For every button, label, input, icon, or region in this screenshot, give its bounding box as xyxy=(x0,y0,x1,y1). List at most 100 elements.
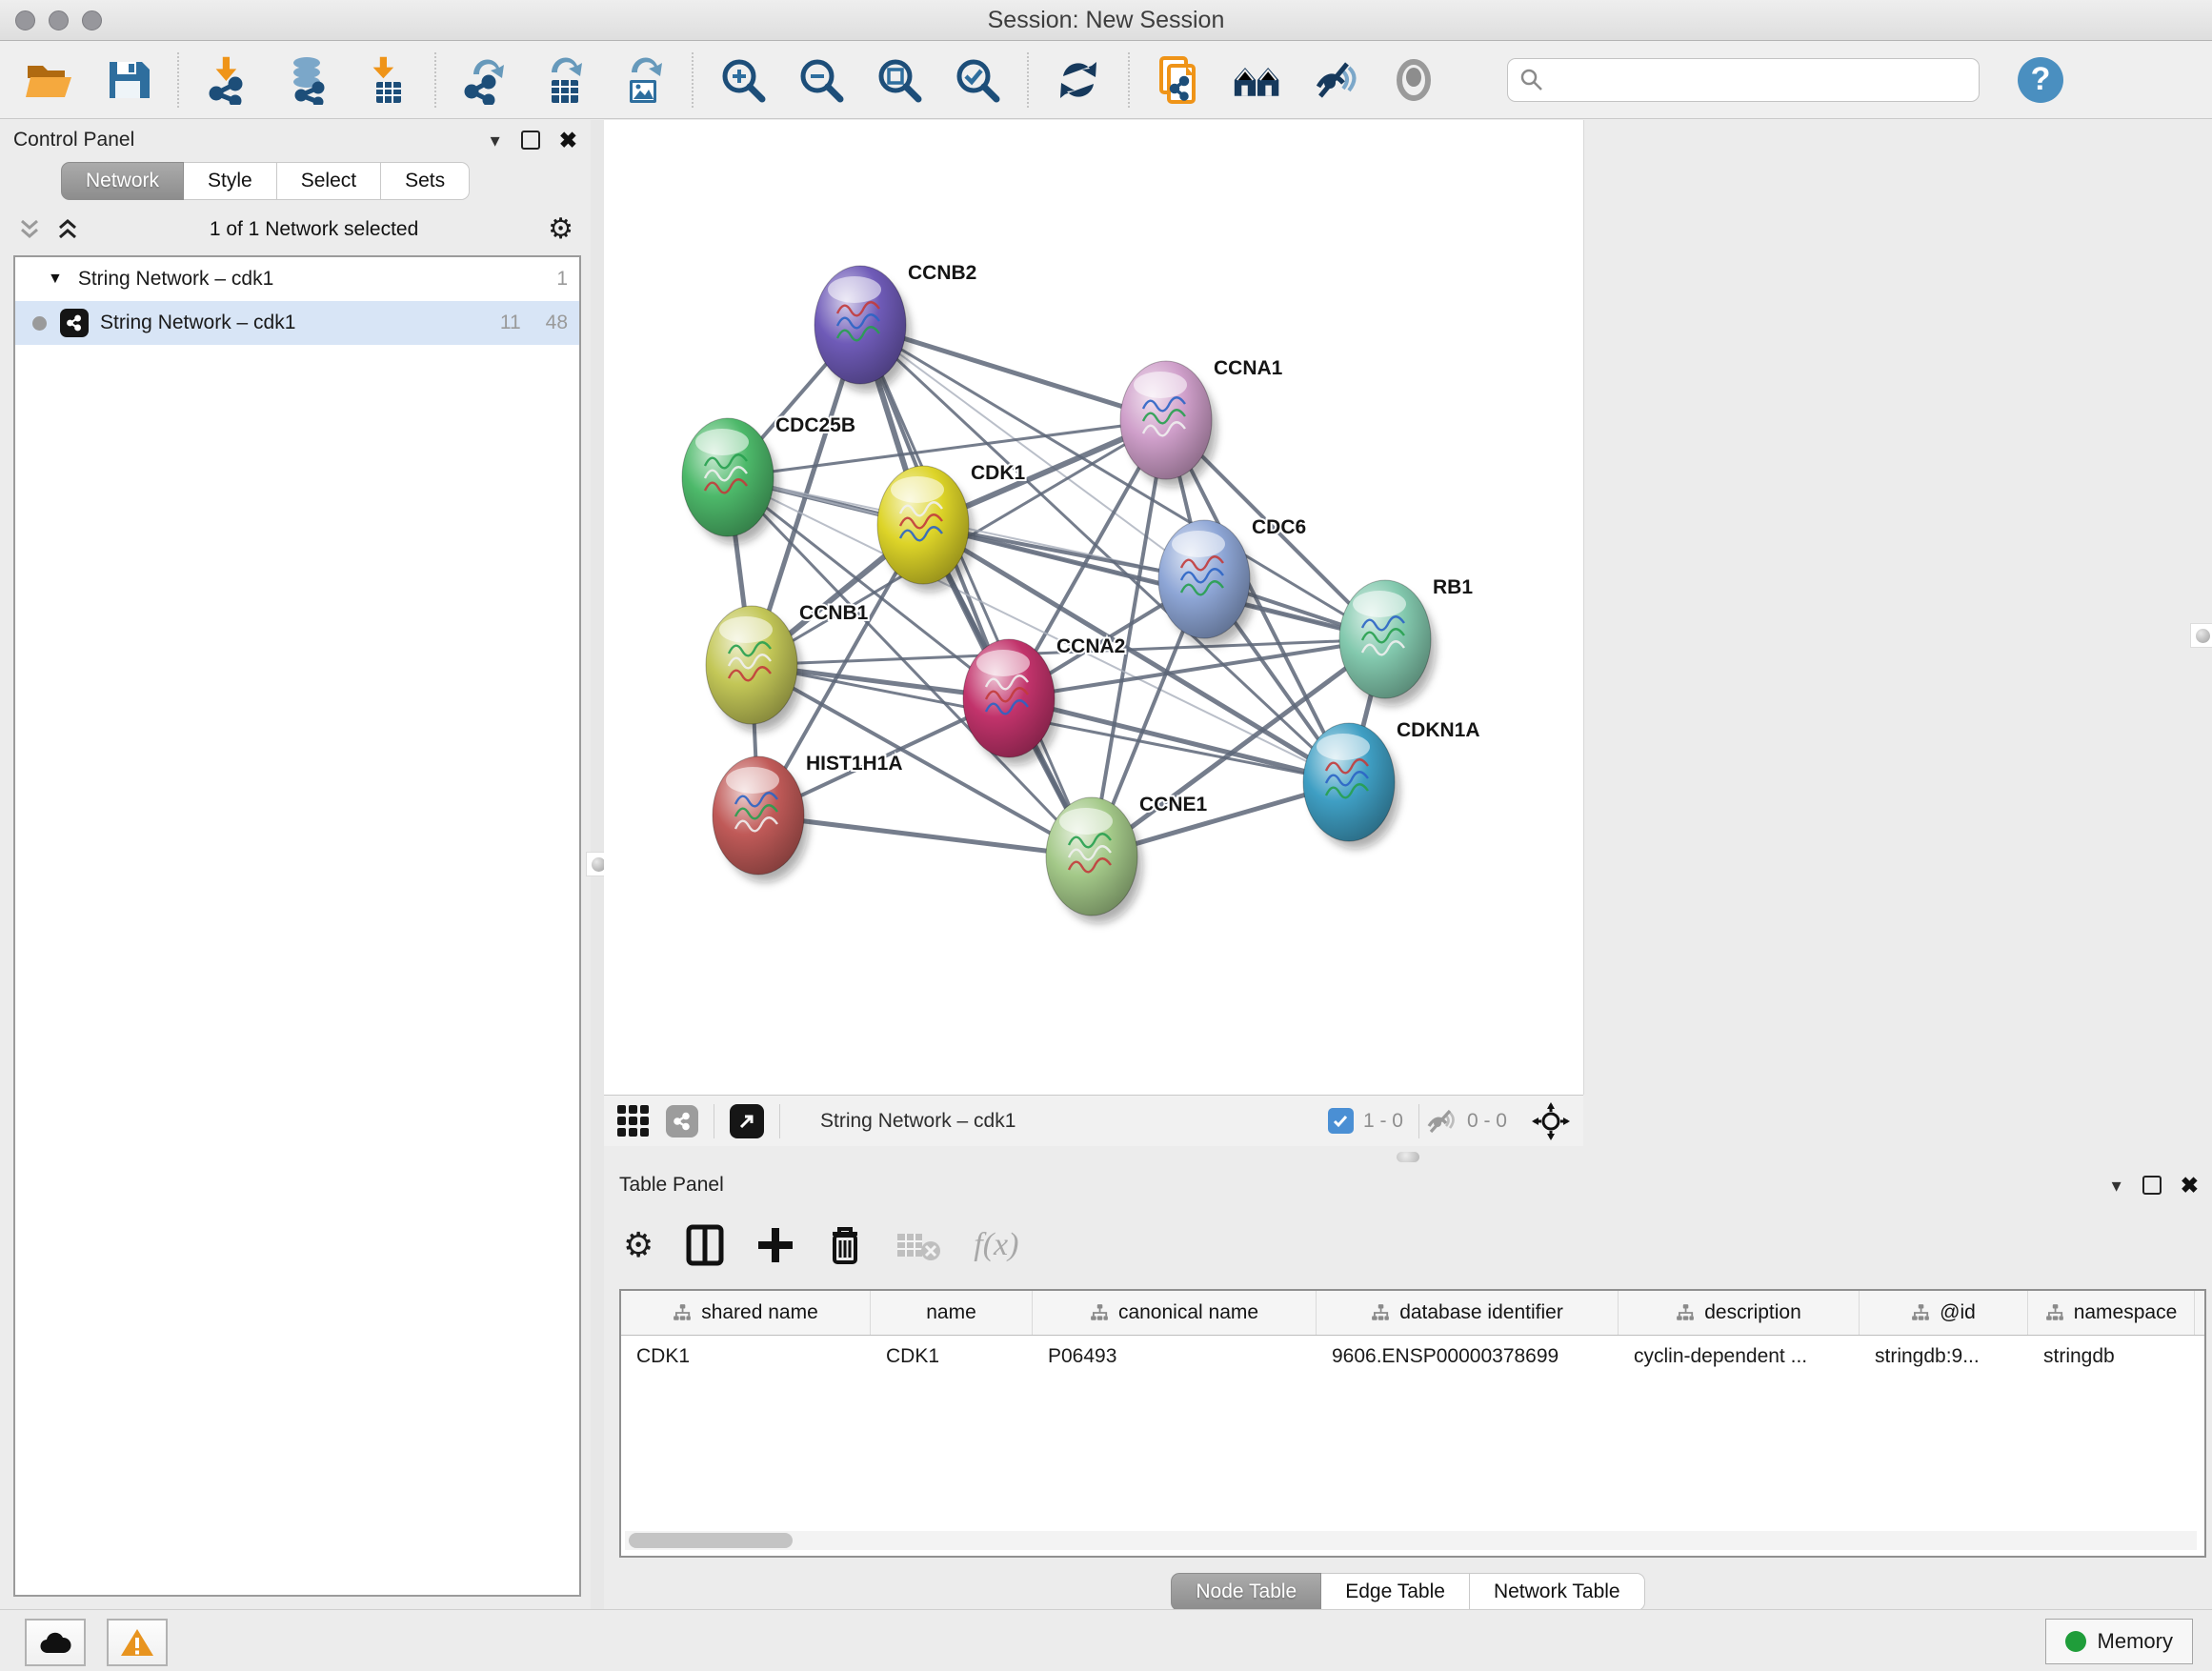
collapse-all-icon[interactable] xyxy=(17,217,42,242)
selected-checkbox-icon[interactable] xyxy=(1328,1108,1354,1134)
tab-network[interactable]: Network xyxy=(61,162,184,200)
hide-selected-icon[interactable] xyxy=(1311,55,1360,105)
table-header-row: shared namenamecanonical namedatabase id… xyxy=(621,1291,2204,1336)
table-row[interactable]: CDK1CDK1P064939606.ENSP00000378699cyclin… xyxy=(621,1336,2204,1378)
network-node-cdc25b[interactable]: CDC25B xyxy=(682,414,855,544)
zoom-in-icon[interactable] xyxy=(718,55,768,105)
edge-ccnb2-ccne1[interactable] xyxy=(860,325,1092,856)
network-collection-row[interactable]: ▼ String Network – cdk1 1 xyxy=(15,257,579,301)
warning-icon xyxy=(120,1627,154,1658)
float-panel-icon[interactable] xyxy=(521,131,540,150)
bottom-splitter-handle[interactable] xyxy=(1397,1152,1419,1162)
table-cell[interactable]: P06493 xyxy=(1033,1336,1317,1378)
right-splitter-handle[interactable] xyxy=(2190,623,2212,648)
tab-style[interactable]: Style xyxy=(184,162,277,200)
panel-menu-icon[interactable]: ▾ xyxy=(491,129,500,152)
right-splitter[interactable] xyxy=(2187,120,2212,1165)
table-cell[interactable]: cyclin-dependent ... xyxy=(1619,1336,1860,1378)
column-header-canonical-name[interactable]: canonical name xyxy=(1033,1291,1317,1335)
network-canvas[interactable]: CCNB2CCNA1CDC25BCDK1CDC6RB1CCNB1CCNA2CDK… xyxy=(604,120,1584,1095)
table-tabs: Node TableEdge TableNetwork Table xyxy=(604,1573,2212,1611)
export-network-icon[interactable] xyxy=(461,55,511,105)
hidden-eye-icon xyxy=(1425,1107,1458,1136)
control-panel-title: Control Panel xyxy=(13,129,134,151)
network-node-cdc6[interactable]: CDC6 xyxy=(1158,516,1306,646)
left-splitter[interactable] xyxy=(591,120,604,1610)
memory-button[interactable]: Memory xyxy=(2045,1619,2193,1664)
table-cell[interactable]: 9606.ENSP00000378699 xyxy=(1317,1336,1619,1378)
column-header-namespace[interactable]: namespace xyxy=(2028,1291,2195,1335)
delete-column-icon[interactable] xyxy=(827,1224,863,1266)
collection-caret-icon[interactable]: ▼ xyxy=(48,271,63,288)
node-label-ccnb2: CCNB2 xyxy=(908,262,976,284)
collection-name: String Network – cdk1 xyxy=(78,268,532,291)
column-header-description[interactable]: description xyxy=(1619,1291,1860,1335)
table-hscrollbar-thumb[interactable] xyxy=(629,1533,793,1548)
gear-icon[interactable]: ⚙ xyxy=(548,215,573,244)
save-session-icon[interactable] xyxy=(103,55,152,105)
column-header-name[interactable]: name xyxy=(871,1291,1033,1335)
tab-network-table[interactable]: Network Table xyxy=(1470,1573,1645,1611)
table-cell[interactable]: stringdb:9... xyxy=(1860,1336,2028,1378)
tab-edge-table[interactable]: Edge Table xyxy=(1321,1573,1470,1611)
network-node-cdkn1a[interactable]: CDKN1A xyxy=(1303,719,1480,849)
delete-table-icon xyxy=(895,1228,941,1262)
detach-view-icon[interactable] xyxy=(730,1104,764,1138)
grid-view-icon[interactable] xyxy=(617,1105,649,1137)
column-header--id[interactable]: @id xyxy=(1860,1291,2028,1335)
show-columns-icon[interactable] xyxy=(686,1224,724,1266)
panel-menu-icon[interactable]: ▾ xyxy=(2112,1174,2122,1198)
network-status-dot xyxy=(32,316,47,331)
open-session-icon[interactable] xyxy=(25,55,74,105)
tab-select[interactable]: Select xyxy=(277,162,381,200)
tab-node-table[interactable]: Node Table xyxy=(1171,1573,1321,1611)
import-table-icon[interactable] xyxy=(360,55,410,105)
status-bar: Memory xyxy=(0,1609,2212,1671)
column-header-shared-name[interactable]: shared name xyxy=(621,1291,871,1335)
warnings-button[interactable] xyxy=(107,1619,168,1666)
clone-network-icon[interactable] xyxy=(1155,55,1204,105)
table-hscrollbar[interactable] xyxy=(625,1531,2197,1550)
export-table-icon[interactable] xyxy=(539,55,589,105)
network-node-ccnb2[interactable]: CCNB2 xyxy=(814,262,976,392)
node-label-ccne1: CCNE1 xyxy=(1139,794,1208,815)
float-panel-icon[interactable] xyxy=(2142,1176,2162,1195)
network-badge-icon[interactable] xyxy=(666,1105,698,1137)
network-edge-count: 48 xyxy=(546,312,568,334)
birds-eye-view-icon[interactable] xyxy=(1532,1102,1570,1140)
network-overview-icon[interactable] xyxy=(1233,55,1282,105)
zoom-selected-icon[interactable] xyxy=(953,55,1002,105)
network-node-ccne1[interactable]: CCNE1 xyxy=(1046,794,1208,923)
table-cell[interactable]: CDK1 xyxy=(871,1336,1033,1378)
search-field[interactable] xyxy=(1507,58,1980,102)
search-input[interactable] xyxy=(1544,68,1958,92)
network-node-ccna2[interactable]: CCNA2 xyxy=(963,635,1125,765)
table-settings-icon[interactable]: ⚙ xyxy=(623,1228,654,1262)
table-cell[interactable]: CDK1 xyxy=(621,1336,871,1378)
network-node-ccna1[interactable]: CCNA1 xyxy=(1120,357,1283,487)
help-icon[interactable]: ? xyxy=(2018,57,2063,103)
tab-sets[interactable]: Sets xyxy=(381,162,470,200)
network-row[interactable]: String Network – cdk1 11 48 xyxy=(15,301,579,345)
import-network-icon[interactable] xyxy=(204,55,253,105)
import-database-icon[interactable] xyxy=(282,55,332,105)
expand-all-icon[interactable] xyxy=(55,217,80,242)
network-graph[interactable]: CCNB2CCNA1CDC25BCDK1CDC6RB1CCNB1CCNA2CDK… xyxy=(604,120,1583,1095)
close-panel-icon[interactable]: ✖ xyxy=(559,128,577,153)
window-title: Session: New Session xyxy=(0,7,2212,34)
network-node-rb1[interactable]: RB1 xyxy=(1339,576,1473,706)
table-cell[interactable]: stringdb xyxy=(2028,1336,2195,1378)
column-header-database-identifier[interactable]: database identifier xyxy=(1317,1291,1619,1335)
refresh-icon[interactable] xyxy=(1054,55,1103,105)
close-panel-icon[interactable]: ✖ xyxy=(2181,1173,2199,1198)
network-view-toolbar: String Network – cdk1 1 - 0 0 - 0 xyxy=(604,1095,1583,1146)
main-toolbar: ? xyxy=(0,41,2212,119)
zoom-fit-icon[interactable] xyxy=(875,55,924,105)
export-image-icon[interactable] xyxy=(617,55,667,105)
network-node-hist1h1a[interactable]: HIST1H1A xyxy=(713,753,903,882)
add-column-icon[interactable] xyxy=(756,1226,794,1264)
zoom-out-icon[interactable] xyxy=(796,55,846,105)
cloud-button[interactable] xyxy=(25,1619,86,1666)
show-all-icon[interactable] xyxy=(1389,55,1438,105)
network-view-title: String Network – cdk1 xyxy=(820,1110,1328,1133)
